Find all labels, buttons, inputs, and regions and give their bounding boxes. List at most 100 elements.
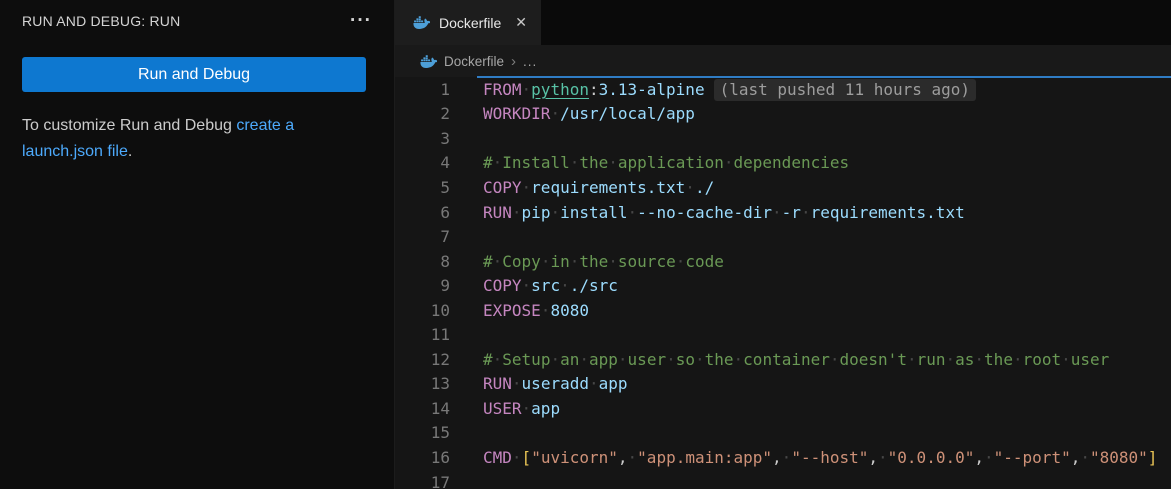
- code-token: COPY·: [483, 178, 531, 197]
- code-token: src·./src: [531, 276, 618, 295]
- close-tab-icon[interactable]: ✕: [515, 14, 527, 31]
- vscode-window: RUN AND DEBUG: RUN ··· Run and Debug To …: [0, 0, 1171, 489]
- line-number: 7: [395, 227, 450, 246]
- line-number: 2: [395, 104, 450, 123]
- code-content: #·Install·the·application·dependencies: [450, 153, 849, 172]
- code-token: RUN·: [483, 374, 522, 393]
- code-content: FROM·python:3.13-alpine(last pushed 11 h…: [450, 80, 976, 99]
- code-line[interactable]: 15: [395, 421, 1171, 446]
- code-line[interactable]: 11: [395, 322, 1171, 347]
- sidebar-title: RUN AND DEBUG: RUN: [22, 13, 180, 29]
- code-line[interactable]: 14USER·app: [395, 396, 1171, 421]
- launch-json-file-link[interactable]: launch.json file: [22, 143, 128, 160]
- more-actions-icon[interactable]: ···: [348, 14, 374, 28]
- line-number: 5: [395, 178, 450, 197]
- code-token: RUN·: [483, 203, 522, 222]
- docker-icon: [413, 14, 430, 31]
- code-token: #·Install·the·application·dependencies: [483, 153, 849, 172]
- docker-icon: [420, 53, 437, 70]
- code-token: ]: [1148, 448, 1158, 467]
- code-token: "app.main:app": [637, 448, 772, 467]
- code-token: ,·: [974, 448, 993, 467]
- editor-accent-line: [477, 76, 1171, 78]
- code-line[interactable]: 1FROM·python:3.13-alpine(last pushed 11 …: [395, 77, 1171, 102]
- editor-group: Dockerfile ✕ Dockerfile › ... 1FROM·pyth…: [395, 0, 1171, 489]
- line-number: 4: [395, 153, 450, 172]
- customize-hint-text: To customize Run and Debug create a launc…: [22, 113, 369, 165]
- chevron-right-icon: ›: [511, 53, 516, 70]
- code-token: "--host": [791, 448, 868, 467]
- code-line[interactable]: 17: [395, 470, 1171, 489]
- code-line[interactable]: 9COPY·src·./src: [395, 273, 1171, 298]
- code-content: #·Copy·in·the·source·code: [450, 252, 724, 271]
- code-token: ,·: [1071, 448, 1090, 467]
- code-token: :: [589, 80, 599, 99]
- code-token: #·Copy·in·the·source·code: [483, 252, 724, 271]
- hint-suffix: .: [128, 143, 132, 160]
- code-content: CMD·["uvicorn",·"app.main:app",·"--host"…: [450, 448, 1157, 467]
- run-and-debug-button[interactable]: Run and Debug: [22, 57, 366, 92]
- code-token: "0.0.0.0": [888, 448, 975, 467]
- code-token: EXPOSE·: [483, 301, 550, 320]
- code-line[interactable]: 2WORKDIR·/usr/local/app: [395, 102, 1171, 127]
- code-token[interactable]: python: [531, 80, 589, 99]
- code-content: RUN·useradd·app: [450, 374, 628, 393]
- line-number: 14: [395, 399, 450, 418]
- code-token: "uvicorn": [531, 448, 618, 467]
- line-number: 6: [395, 203, 450, 222]
- code-content: #·Setup·an·app·user·so·the·container·doe…: [450, 350, 1109, 369]
- code-token: "8080": [1090, 448, 1148, 467]
- tab-bar: Dockerfile ✕: [395, 0, 1171, 45]
- code-token: /usr/local/app: [560, 104, 695, 123]
- code-token: pip·install·--no-cache-dir·-r·requiremen…: [522, 203, 965, 222]
- hint-pre-text: To customize Run and Debug: [22, 117, 236, 134]
- code-token: ,·: [618, 448, 637, 467]
- code-token: ,·: [772, 448, 791, 467]
- code-lines: 1FROM·python:3.13-alpine(last pushed 11 …: [395, 77, 1171, 489]
- tab-dockerfile[interactable]: Dockerfile ✕: [395, 0, 541, 45]
- line-number: 1: [395, 80, 450, 99]
- run-debug-sidebar: RUN AND DEBUG: RUN ··· Run and Debug To …: [0, 0, 395, 489]
- code-token: 3.13-alpine: [599, 80, 705, 99]
- line-number: 8: [395, 252, 450, 271]
- inline-hint: (last pushed 11 hours ago): [714, 79, 976, 101]
- line-number: 12: [395, 350, 450, 369]
- code-content: EXPOSE·8080: [450, 301, 589, 320]
- sidebar-header: RUN AND DEBUG: RUN ···: [0, 0, 394, 29]
- code-content: WORKDIR·/usr/local/app: [450, 104, 695, 123]
- code-token: ,·: [868, 448, 887, 467]
- breadcrumbs: Dockerfile › ...: [395, 45, 1171, 77]
- code-line[interactable]: 16CMD·["uvicorn",·"app.main:app",·"--hos…: [395, 445, 1171, 470]
- code-content: RUN·pip·install·--no-cache-dir·-r·requir…: [450, 203, 965, 222]
- code-line[interactable]: 12#·Setup·an·app·user·so·the·container·d…: [395, 347, 1171, 372]
- code-line[interactable]: 6RUN·pip·install·--no-cache-dir·-r·requi…: [395, 200, 1171, 225]
- line-number: 11: [395, 325, 450, 344]
- code-line[interactable]: 7: [395, 224, 1171, 249]
- line-number: 15: [395, 423, 450, 442]
- code-token: [: [522, 448, 532, 467]
- code-content: USER·app: [450, 399, 560, 418]
- code-token: COPY·: [483, 276, 531, 295]
- code-token: WORKDIR·: [483, 104, 560, 123]
- line-number: 17: [395, 473, 450, 489]
- line-number: 3: [395, 129, 450, 148]
- line-number: 9: [395, 276, 450, 295]
- code-line[interactable]: 10EXPOSE·8080: [395, 298, 1171, 323]
- code-line[interactable]: 13RUN·useradd·app: [395, 372, 1171, 397]
- code-line[interactable]: 3: [395, 126, 1171, 151]
- breadcrumb-symbol[interactable]: ...: [523, 54, 537, 69]
- breadcrumb-file[interactable]: Dockerfile: [444, 54, 504, 69]
- line-number: 10: [395, 301, 450, 320]
- code-token: 8080: [550, 301, 589, 320]
- create-a-link[interactable]: create a: [236, 117, 294, 134]
- code-content: COPY·src·./src: [450, 276, 618, 295]
- line-number: 16: [395, 448, 450, 467]
- code-line[interactable]: 8 #·Copy·in·the·source·code: [395, 249, 1171, 274]
- code-editor[interactable]: 1FROM·python:3.13-alpine(last pushed 11 …: [395, 77, 1171, 489]
- code-token: CMD·: [483, 448, 522, 467]
- tab-label: Dockerfile: [439, 15, 501, 31]
- code-line[interactable]: 4 #·Install·the·application·dependencies: [395, 151, 1171, 176]
- line-number: 13: [395, 374, 450, 393]
- code-line[interactable]: 5COPY·requirements.txt·./: [395, 175, 1171, 200]
- code-token: USER·: [483, 399, 531, 418]
